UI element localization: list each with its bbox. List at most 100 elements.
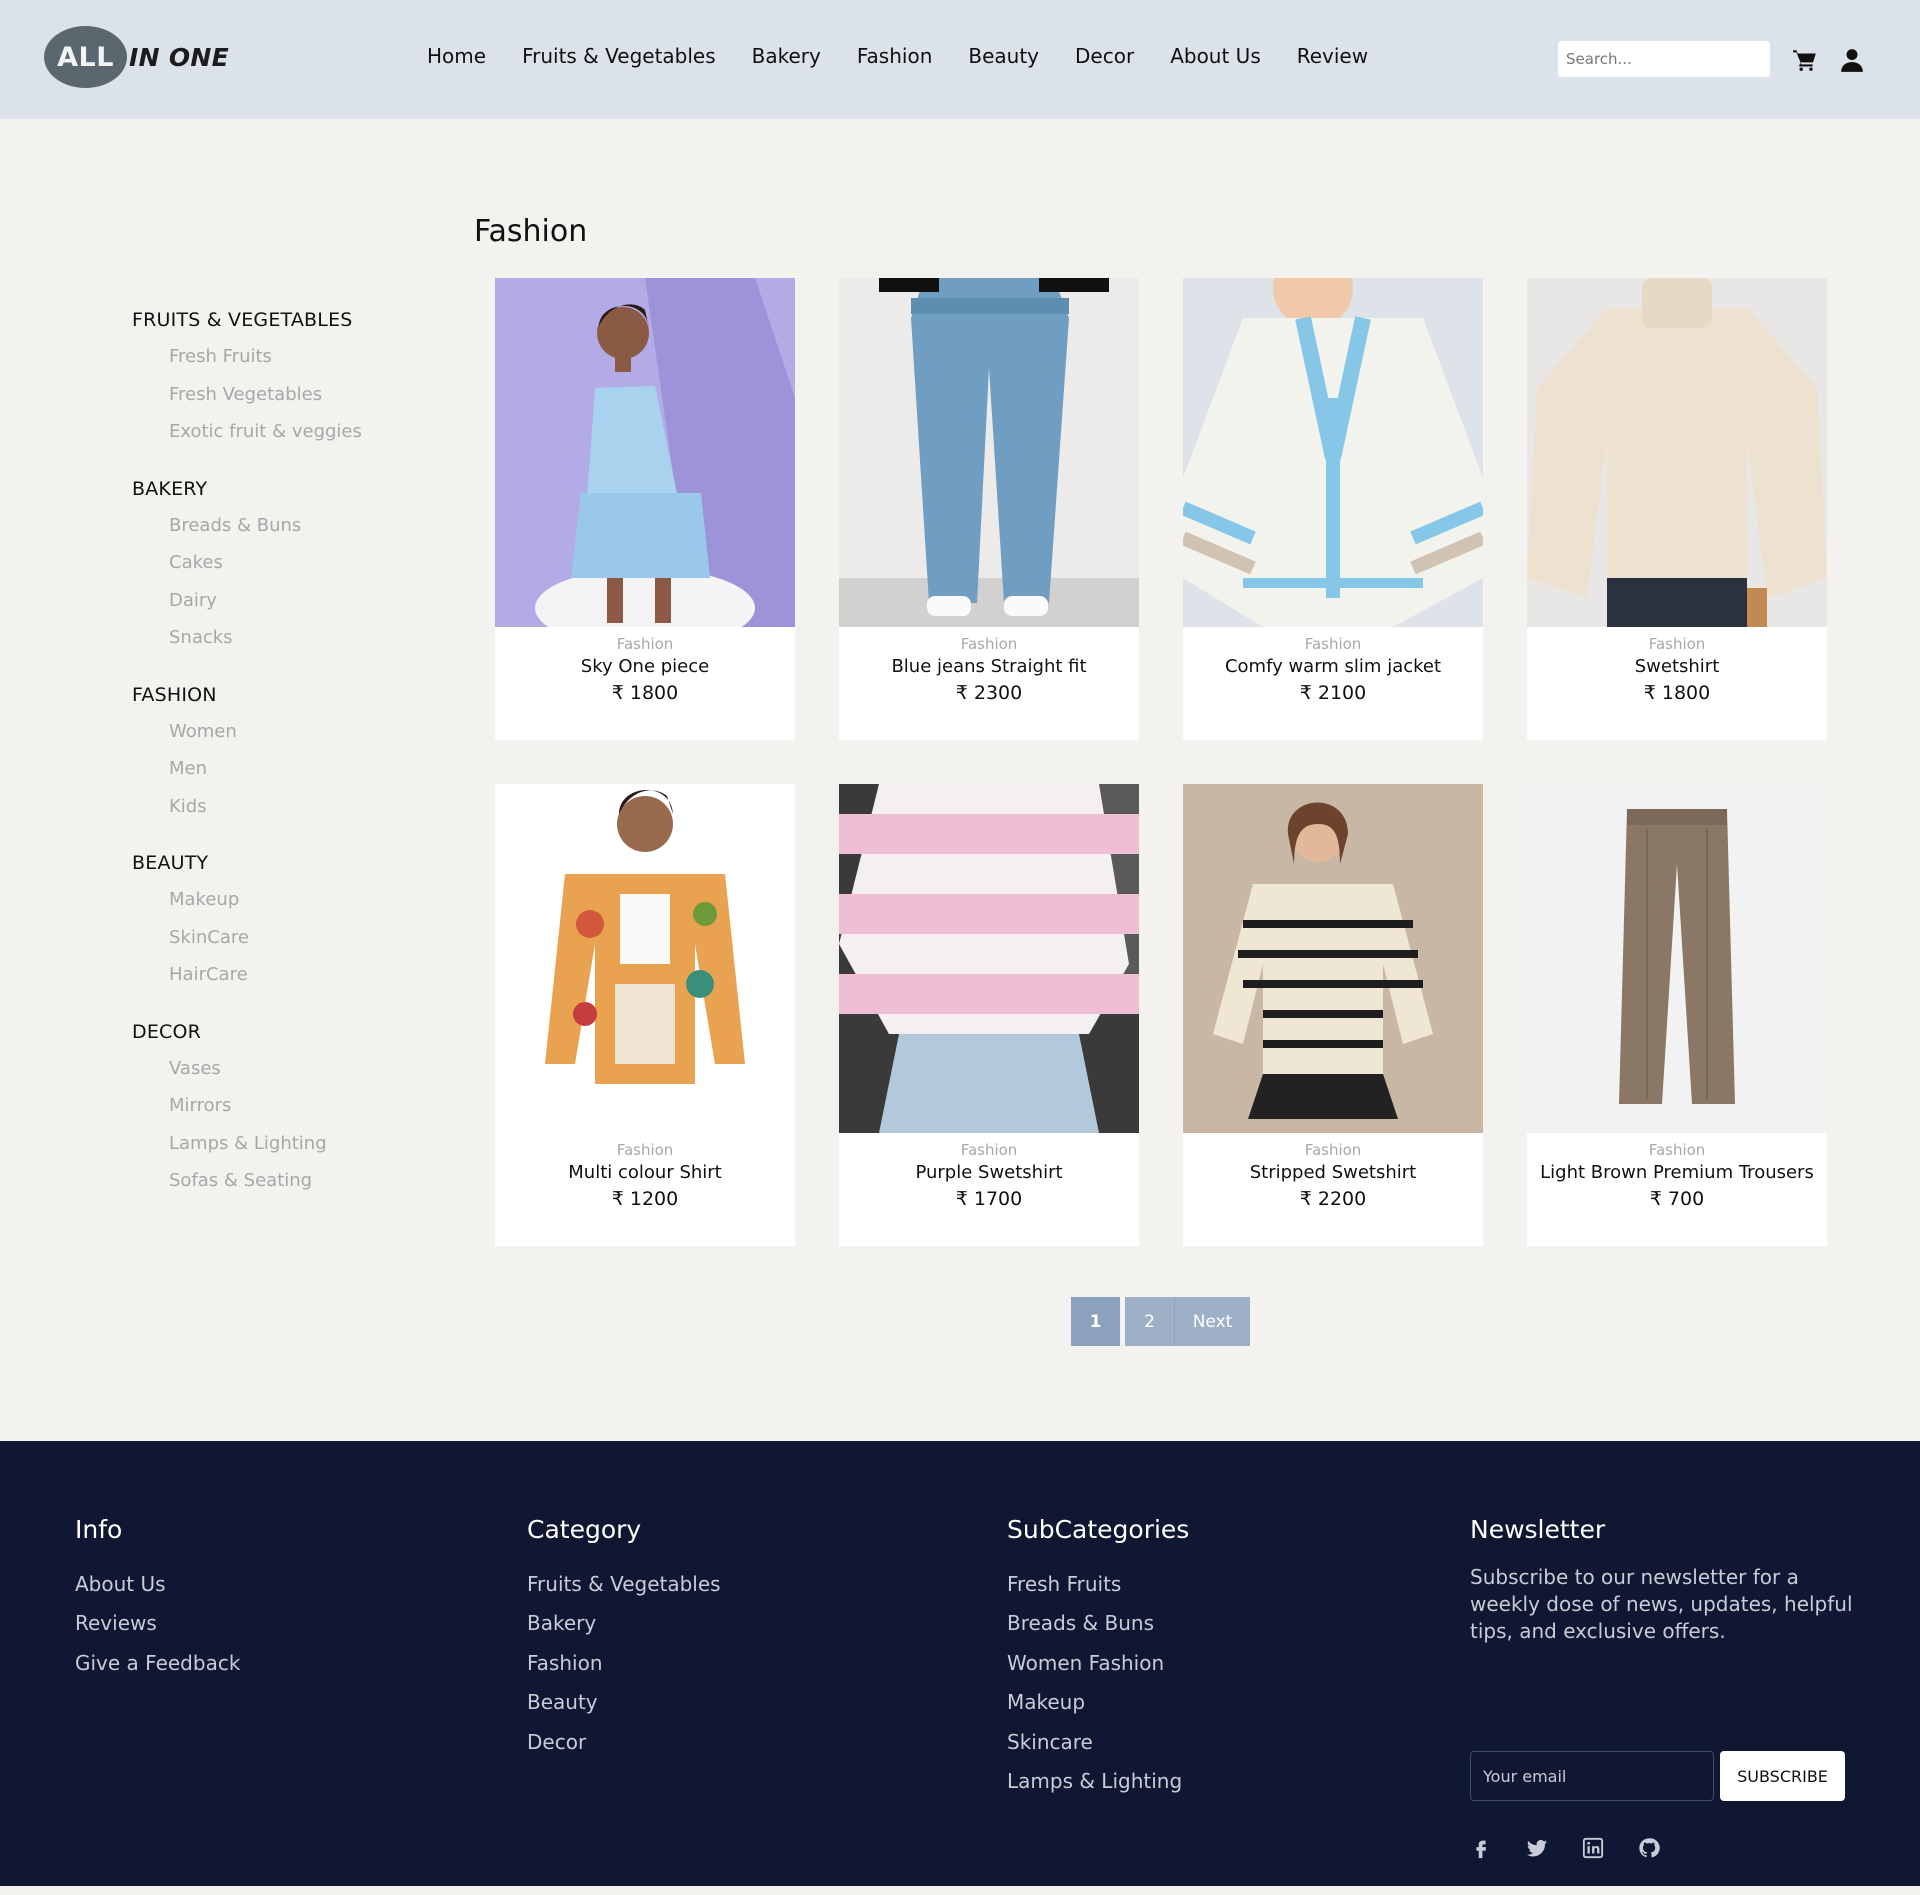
product-price: ₹ 2100 [1299,682,1367,704]
product-category: Fashion [960,635,1018,653]
sidebar-category-title[interactable]: BAKERY [132,471,432,507]
footer-link-bakery[interactable]: Bakery [527,1604,721,1644]
product-info: Fashion Swetshirt ₹ 1800 [1527,627,1827,704]
nav-link-fashion[interactable]: Fashion [857,44,933,68]
product-image[interactable] [1527,278,1827,627]
product-card[interactable]: Fashion Purple Swetshirt ₹ 1700 [839,784,1139,1246]
facebook-icon[interactable] [1470,1837,1492,1859]
footer-link-breads-and-buns[interactable]: Breads & Buns [1007,1604,1189,1644]
footer-link-lamps-and-lighting[interactable]: Lamps & Lighting [1007,1762,1189,1802]
product-image[interactable] [495,784,795,1133]
sidebar-item-fresh-vegetables[interactable]: Fresh Vegetables [132,376,432,414]
footer-info-title: Info [75,1515,123,1544]
newsletter-text: Subscribe to our newsletter for a weekly… [1470,1565,1853,1643]
sidebar-item-skincare[interactable]: SkinCare [132,919,432,957]
product-image[interactable] [1183,278,1483,627]
product-category: Fashion [1304,635,1362,653]
footer-link-decor[interactable]: Decor [527,1722,721,1762]
footer-link-fashion[interactable]: Fashion [527,1643,721,1683]
sidebar-item-cakes[interactable]: Cakes [132,544,432,582]
footer-link-fruits-and-vegetables[interactable]: Fruits & Vegetables [527,1564,721,1604]
product-image[interactable] [1527,784,1827,1133]
product-name[interactable]: Comfy warm slim jacket [1183,656,1483,680]
user-icon[interactable] [1839,47,1865,73]
footer-link-give-a-feedback[interactable]: Give a Feedback [75,1643,240,1683]
sidebar-group-fashion: FASHION Women Men Kids [132,677,432,846]
product-name[interactable]: Light Brown Premium Trousers [1527,1162,1827,1186]
sidebar-item-makeup[interactable]: Makeup [132,881,432,919]
footer-link-women-fashion[interactable]: Women Fashion [1007,1643,1189,1683]
nav-link-bakery[interactable]: Bakery [752,44,821,68]
sidebar-item-breads-and-buns[interactable]: Breads & Buns [132,507,432,545]
sidebar-item-kids[interactable]: Kids [132,788,432,826]
sidebar-category-title[interactable]: FASHION [132,677,432,713]
site-header: ALL IN ONE Home Fruits & Vegetables Bakery… [0,0,1920,119]
sidebar-item-exotic-fruit-and-veggies[interactable]: Exotic fruit & veggies [132,413,432,451]
sidebar-item-fresh-fruits[interactable]: Fresh Fruits [132,338,432,376]
product-image[interactable] [495,278,795,627]
product-card[interactable]: Fashion Multi colour Shirt ₹ 1200 [495,784,795,1246]
product-info: Fashion Light Brown Premium Trousers ₹ 700 [1527,1133,1827,1210]
footer-link-beauty[interactable]: Beauty [527,1683,721,1723]
product-category: Fashion [1304,1141,1362,1159]
sidebar-group-fruits-and-vegetables: FRUITS & VEGETABLES Fresh Fruits Fresh Veg… [132,302,432,471]
sidebar-category-title[interactable]: BEAUTY [132,845,432,881]
nav-link-home[interactable]: Home [427,44,486,68]
product-image[interactable] [839,278,1139,627]
sidebar-item-dairy[interactable]: Dairy [132,582,432,620]
product-price: ₹ 1200 [611,1188,679,1210]
sidebar-item-snacks[interactable]: Snacks [132,619,432,657]
nav-link-fruits-and-vegetables[interactable]: Fruits & Vegetables [522,44,716,68]
product-name[interactable]: Purple Swetshirt [839,1162,1139,1186]
product-category: Fashion [616,635,674,653]
page-1-button[interactable]: 1 [1071,1297,1120,1346]
footer-link-about-us[interactable]: About Us [75,1564,240,1604]
cart-icon[interactable] [1792,47,1818,73]
product-card[interactable]: Fashion Sky One piece ₹ 1800 [495,278,795,740]
twitter-icon[interactable] [1526,1837,1548,1859]
footer-newsletter: Newsletter Subscribe to our newsletter f… [1470,1515,1870,1895]
page-2-button[interactable]: 2 [1125,1297,1174,1346]
sidebar-item-lamps-and-lighting[interactable]: Lamps & Lighting [132,1125,432,1163]
product-image[interactable] [839,784,1139,1133]
footer-link-fresh-fruits[interactable]: Fresh Fruits [1007,1564,1189,1604]
product-card[interactable]: Fashion Stripped Swetshirt ₹ 2200 [1183,784,1483,1246]
newsletter-email-input[interactable] [1470,1751,1714,1801]
footer-link-skincare[interactable]: Skincare [1007,1722,1189,1762]
product-name[interactable]: Blue jeans Straight fit [839,656,1139,680]
sidebar-item-vases[interactable]: Vases [132,1050,432,1088]
product-card[interactable]: Fashion Blue jeans Straight fit ₹ 2300 [839,278,1139,740]
product-card[interactable]: Fashion Comfy warm slim jacket ₹ 2100 [1183,278,1483,740]
footer-link-reviews[interactable]: Reviews [75,1604,240,1644]
product-card[interactable]: Fashion Light Brown Premium Trousers ₹ 700 [1527,784,1827,1246]
next-page-button[interactable]: Next [1174,1297,1250,1346]
product-price: ₹ 2200 [1299,1188,1367,1210]
product-category: Fashion [1648,635,1706,653]
github-icon[interactable] [1638,1837,1660,1859]
footer-link-makeup[interactable]: Makeup [1007,1683,1189,1723]
nav-link-decor[interactable]: Decor [1075,44,1134,68]
product-card[interactable]: Fashion Swetshirt ₹ 1800 [1527,278,1827,740]
sidebar-item-sofas-and-seating[interactable]: Sofas & Seating [132,1162,432,1200]
nav-link-review[interactable]: Review [1297,44,1368,68]
sidebar-item-men[interactable]: Men [132,750,432,788]
product-name[interactable]: Sky One piece [495,656,795,680]
sidebar-category-title[interactable]: DECOR [132,1014,432,1050]
sidebar-item-mirrors[interactable]: Mirrors [132,1087,432,1125]
site-footer: Info About Us Reviews Give a Feedback Cate… [0,1441,1920,1886]
product-name[interactable]: Stripped Swetshirt [1183,1162,1483,1186]
product-name[interactable]: Multi colour Shirt [495,1162,795,1186]
subscribe-button[interactable]: SUBSCRIBE [1720,1751,1845,1801]
sidebar-item-haircare[interactable]: HairCare [132,956,432,994]
product-image[interactable] [1183,784,1483,1133]
sidebar-item-women[interactable]: Women [132,713,432,751]
nav-link-beauty[interactable]: Beauty [968,44,1039,68]
search-input[interactable] [1558,41,1770,77]
nav-link-about-us[interactable]: About Us [1170,44,1261,68]
product-info: Fashion Sky One piece ₹ 1800 [495,627,795,704]
brand-logo[interactable]: ALL IN ONE [44,25,229,89]
sidebar-category-title[interactable]: FRUITS & VEGETABLES [132,302,432,338]
product-name[interactable]: Swetshirt [1527,656,1827,680]
linkedin-icon[interactable] [1582,1837,1604,1859]
